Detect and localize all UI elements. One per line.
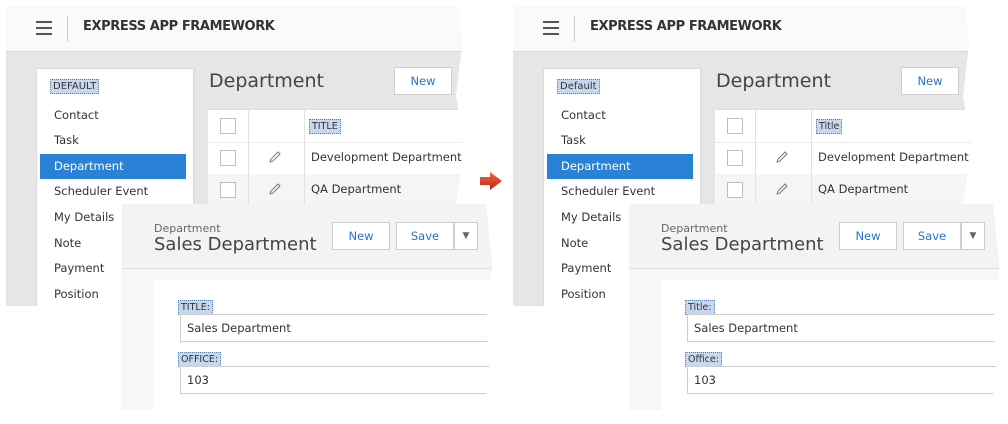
top-bar: EXPRESS APP FRAMEWORK xyxy=(513,6,971,52)
title-label: TITLE: xyxy=(178,300,213,315)
save-button[interactable]: Save xyxy=(903,222,961,250)
app-title: EXPRESS APP FRAMEWORK xyxy=(83,19,275,34)
select-all-checkbox[interactable] xyxy=(220,118,236,134)
row-checkbox[interactable] xyxy=(727,182,743,198)
row-checkbox[interactable] xyxy=(727,150,743,166)
pencil-icon[interactable] xyxy=(268,150,282,164)
nav-item-task[interactable]: Task xyxy=(547,128,693,153)
detail-header: Department Sales Department New Save ▼ xyxy=(122,204,492,269)
office-label: Office: xyxy=(685,352,722,367)
office-field[interactable]: 103 xyxy=(687,366,999,394)
grid-header-row: TITLE xyxy=(208,110,464,143)
divider xyxy=(67,16,68,42)
new-button[interactable]: New xyxy=(394,67,452,95)
detail-header: Department Sales Department New Save ▼ xyxy=(629,204,999,269)
arrow-right-icon xyxy=(480,172,502,190)
pencil-icon[interactable] xyxy=(775,182,789,196)
before-panel: EXPRESS APP FRAMEWORK DEFAULT Contact Ta… xyxy=(0,0,492,424)
caret-down-icon: ▼ xyxy=(969,231,977,241)
nav-item-scheduler-event[interactable]: Scheduler Event xyxy=(547,179,693,204)
title-field[interactable]: Sales Department xyxy=(180,314,492,342)
nav-item-department[interactable]: Department xyxy=(547,154,693,179)
object-title: Sales Department xyxy=(154,234,317,255)
nav-item-contact[interactable]: Contact xyxy=(40,103,186,128)
nav-item-department[interactable]: Department xyxy=(40,154,186,179)
new-button[interactable]: New xyxy=(901,67,959,95)
menu-icon[interactable] xyxy=(543,21,559,35)
view-title: Department xyxy=(209,70,324,92)
cell-title: QA Department xyxy=(311,182,402,196)
table-row[interactable]: Development Department xyxy=(208,142,464,175)
office-field[interactable]: 103 xyxy=(180,366,492,394)
office-label: OFFICE: xyxy=(178,352,222,367)
row-checkbox[interactable] xyxy=(220,182,236,198)
view-title: Department xyxy=(716,70,831,92)
save-button[interactable]: Save xyxy=(396,222,454,250)
table-row[interactable]: Development Department xyxy=(715,142,971,175)
cell-title: QA Department xyxy=(818,182,909,196)
save-options-dropdown[interactable]: ▼ xyxy=(961,222,985,250)
caret-down-icon: ▼ xyxy=(462,231,470,241)
nav-item-scheduler-event[interactable]: Scheduler Event xyxy=(40,179,186,204)
save-options-dropdown[interactable]: ▼ xyxy=(454,222,478,250)
top-bar: EXPRESS APP FRAMEWORK xyxy=(6,6,464,52)
cell-title: Development Department xyxy=(818,150,969,164)
detail-body: TITLE: Sales Department OFFICE: 103 xyxy=(154,280,492,410)
nav-group-header: DEFAULT xyxy=(50,79,100,94)
select-all-checkbox[interactable] xyxy=(727,118,743,134)
nav-item-contact[interactable]: Contact xyxy=(547,103,693,128)
object-title: Sales Department xyxy=(661,234,824,255)
title-label: Title: xyxy=(685,300,715,315)
detail-new-button[interactable]: New xyxy=(332,222,390,250)
title-field[interactable]: Sales Department xyxy=(687,314,999,342)
menu-icon[interactable] xyxy=(36,21,52,35)
detail-body: Title: Sales Department Office: 103 xyxy=(661,280,999,410)
table-row[interactable]: QA Department xyxy=(208,174,464,207)
row-checkbox[interactable] xyxy=(220,150,236,166)
pencil-icon[interactable] xyxy=(775,150,789,164)
cell-title: Development Department xyxy=(311,150,462,164)
column-header-title[interactable]: TITLE xyxy=(309,119,341,134)
divider xyxy=(574,16,575,42)
detail-view-window: Department Sales Department New Save ▼ T… xyxy=(122,204,492,410)
table-row[interactable]: QA Department xyxy=(715,174,971,207)
column-header-title[interactable]: Title xyxy=(816,119,843,134)
detail-new-button[interactable]: New xyxy=(839,222,897,250)
nav-group-header: Default xyxy=(557,79,600,94)
pencil-icon[interactable] xyxy=(268,182,282,196)
grid-header-row: Title xyxy=(715,110,971,143)
app-title: EXPRESS APP FRAMEWORK xyxy=(590,19,782,34)
after-panel: EXPRESS APP FRAMEWORK Default Contact Ta… xyxy=(507,0,999,424)
detail-view-window: Department Sales Department New Save ▼ T… xyxy=(629,204,999,410)
nav-item-task[interactable]: Task xyxy=(40,128,186,153)
